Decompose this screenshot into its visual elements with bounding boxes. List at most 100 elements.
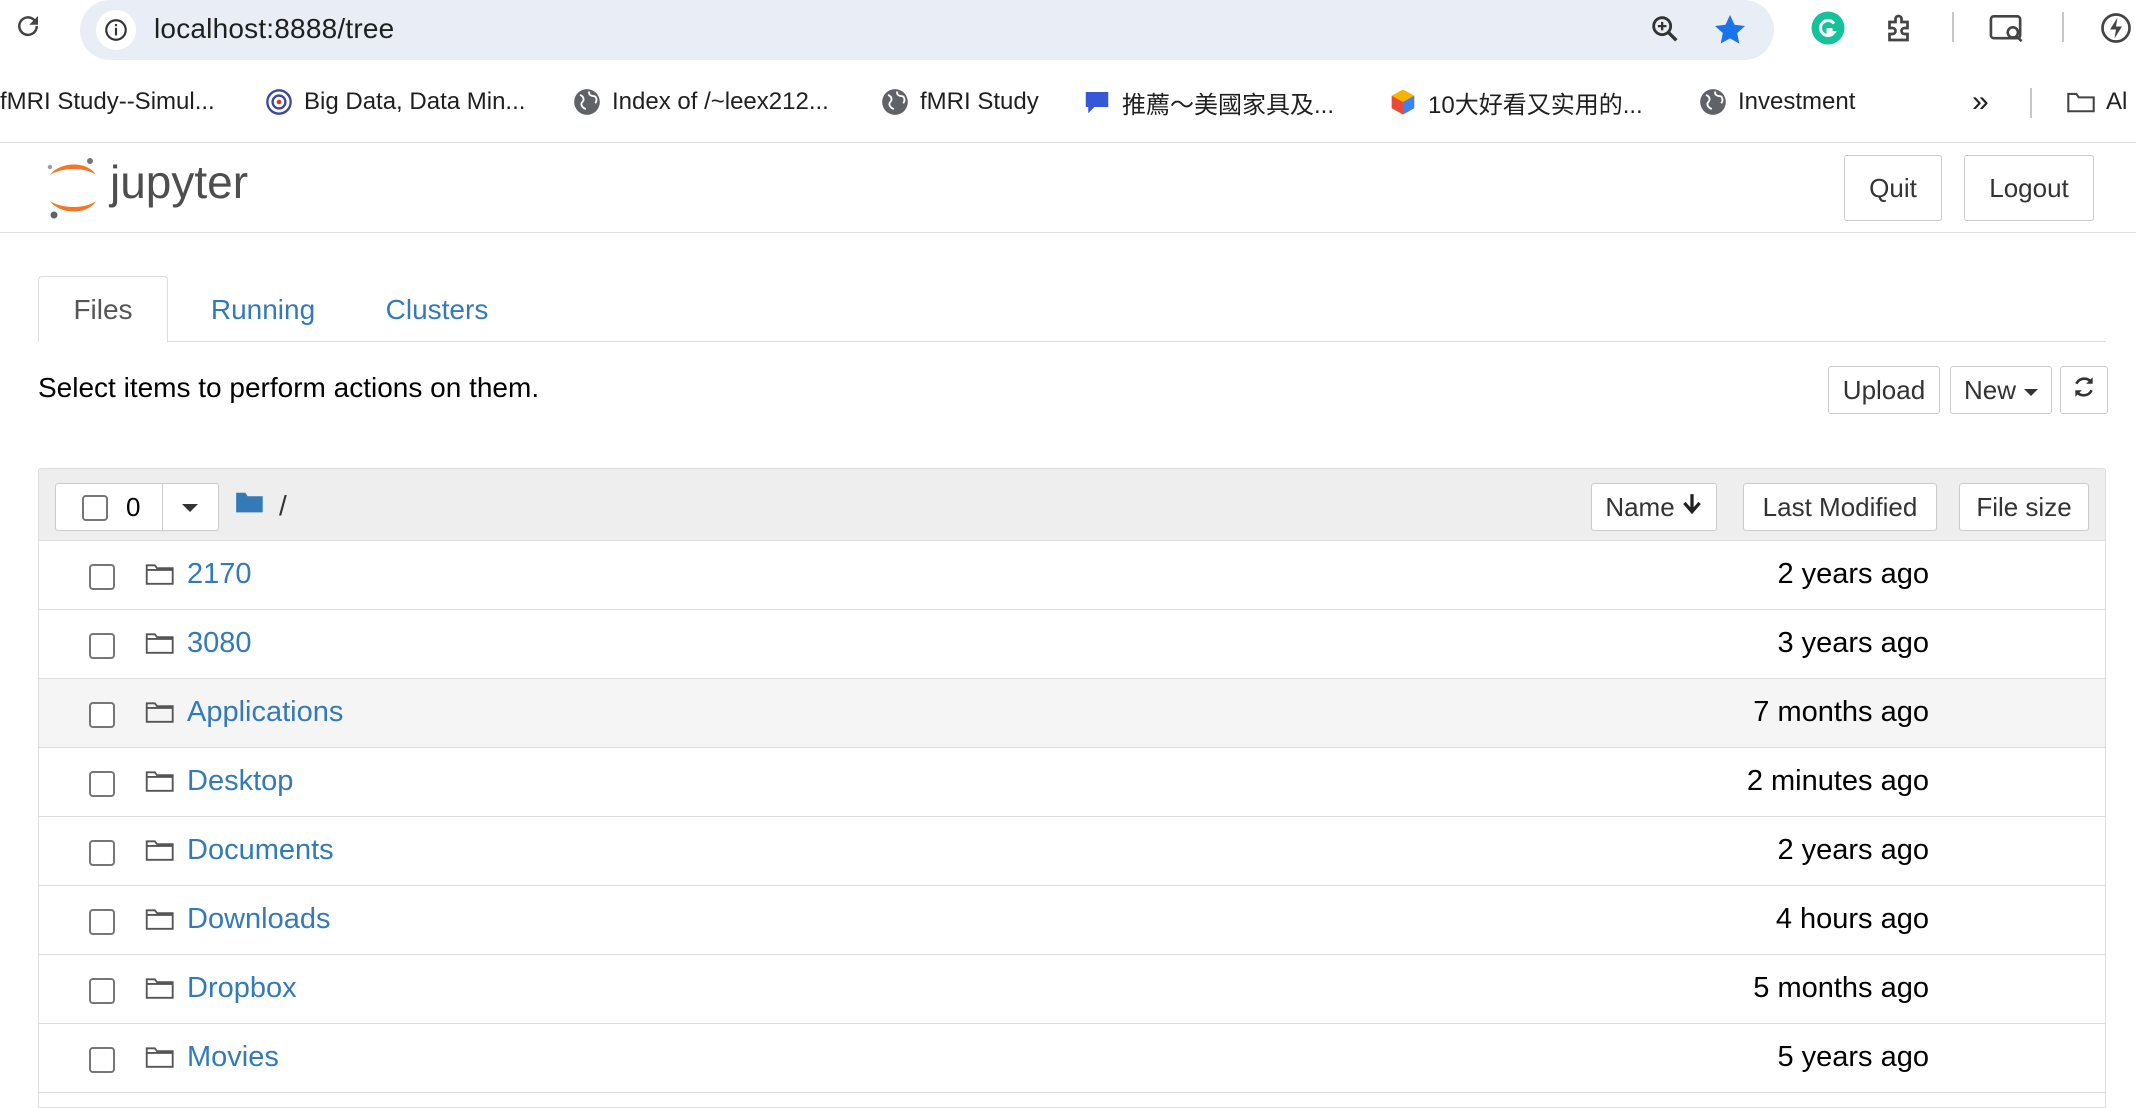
bookmark-label: 推薦～美國家具及... xyxy=(1122,91,1335,119)
extensions-puzzle-icon[interactable] xyxy=(1882,10,1918,51)
file-row[interactable]: Applications 7 months ago xyxy=(39,679,2105,748)
file-name-link[interactable]: Desktop xyxy=(187,765,293,798)
file-name-link[interactable]: Downloads xyxy=(187,903,330,936)
target-icon xyxy=(264,87,294,117)
file-list: 0 / Name Last Modified File size 2170 2 … xyxy=(38,468,2106,1108)
file-row[interactable]: 3080 3 years ago xyxy=(39,610,2105,679)
row-checkbox[interactable] xyxy=(89,702,115,728)
file-row[interactable]: Movies 5 years ago xyxy=(39,1024,2105,1093)
reload-icon[interactable] xyxy=(12,10,44,42)
row-checkbox[interactable] xyxy=(89,840,115,866)
file-name-link[interactable]: Documents xyxy=(187,834,334,867)
file-name-link[interactable]: Movies xyxy=(187,1041,279,1074)
globe-icon xyxy=(880,87,910,117)
caret-down-icon xyxy=(2024,388,2038,396)
bookmark-label: 10大好看又实用的... xyxy=(1428,91,1643,119)
overflow-chevron-icon: » xyxy=(1972,85,1989,118)
bookmarks-bar: fMRI Study--Simul... Big Data, Data Min.… xyxy=(0,76,2136,128)
tab-clusters[interactable]: Clusters xyxy=(358,276,516,343)
bookmarks-divider xyxy=(2030,88,2032,118)
last-modified: 5 years ago xyxy=(1777,1041,1929,1073)
file-name-link[interactable]: 3080 xyxy=(187,627,252,660)
folder-icon xyxy=(145,837,175,868)
file-name-link[interactable]: 2170 xyxy=(187,558,252,591)
select-all-group[interactable]: 0 xyxy=(55,483,219,531)
folder-icon xyxy=(145,561,175,592)
bookmark-folder[interactable]: Al xyxy=(2066,86,2127,118)
grammarly-icon[interactable] xyxy=(1810,10,1846,51)
row-checkbox[interactable] xyxy=(89,1047,115,1073)
folder-icon xyxy=(145,630,175,661)
row-checkbox[interactable] xyxy=(89,564,115,590)
breadcrumb: / xyxy=(235,489,287,522)
performance-icon[interactable] xyxy=(2098,10,2134,51)
bookmark-item[interactable]: Index of /~leex212... xyxy=(572,86,829,118)
file-row[interactable]: Downloads 4 hours ago xyxy=(39,886,2105,955)
refresh-button[interactable] xyxy=(2060,366,2108,414)
folder-icon xyxy=(145,699,175,730)
bookmark-item[interactable]: fMRI Study--Simul... xyxy=(0,86,215,118)
row-checkbox[interactable] xyxy=(89,771,115,797)
browser-toolbar: localhost:8888/tree xyxy=(0,0,2136,60)
jupyter-header: jupyter Quit Logout xyxy=(0,143,2136,233)
new-dropdown-button[interactable]: New xyxy=(1950,366,2052,414)
zoom-icon[interactable] xyxy=(1648,12,1682,51)
bookmark-item[interactable]: Investment xyxy=(1698,86,1855,118)
bookmark-item[interactable]: Big Data, Data Min... xyxy=(264,86,525,118)
folder-icon xyxy=(145,975,175,1006)
row-checkbox[interactable] xyxy=(89,909,115,935)
site-info-icon[interactable] xyxy=(96,10,136,50)
file-row[interactable]: Desktop 2 minutes ago xyxy=(39,748,2105,817)
globe-icon xyxy=(572,87,602,117)
folder-icon xyxy=(2066,87,2096,117)
upload-button[interactable]: Upload xyxy=(1828,366,1940,414)
logout-button[interactable]: Logout xyxy=(1964,155,2094,221)
address-bar[interactable]: localhost:8888/tree xyxy=(80,0,1774,60)
last-modified: 2 years ago xyxy=(1777,558,1929,590)
bookmark-star-icon[interactable] xyxy=(1712,12,1748,53)
bookmark-item[interactable]: 推薦～美國家具及... xyxy=(1082,86,1335,119)
refresh-icon xyxy=(2071,374,2097,407)
file-name-link[interactable]: Dropbox xyxy=(187,972,297,1005)
selected-count: 0 xyxy=(126,492,141,522)
jupyter-logo[interactable]: jupyter xyxy=(42,153,292,228)
last-modified: 7 months ago xyxy=(1753,696,1929,728)
folder-icon xyxy=(145,906,175,937)
folder-open-icon[interactable] xyxy=(235,489,265,522)
sort-by-name-button[interactable]: Name xyxy=(1591,483,1717,531)
tab-search-icon[interactable] xyxy=(1988,10,2026,51)
last-modified: 5 months ago xyxy=(1753,972,1929,1004)
bookmark-label: fMRI Study xyxy=(920,88,1039,115)
row-checkbox[interactable] xyxy=(89,978,115,1004)
bookmark-item[interactable]: 10大好看又实用的... xyxy=(1388,86,1643,119)
file-row[interactable]: 2170 2 years ago xyxy=(39,541,2105,610)
toolbar-divider xyxy=(2062,12,2064,42)
file-name-link[interactable]: Applications xyxy=(187,696,343,729)
globe-icon xyxy=(1698,87,1728,117)
select-all-checkbox[interactable] xyxy=(82,495,108,521)
tab-files[interactable]: Files xyxy=(38,276,168,343)
file-list-header: 0 / Name Last Modified File size xyxy=(39,469,2105,541)
bookmarks-overflow-button[interactable]: » xyxy=(1972,85,1989,118)
file-row[interactable]: Dropbox 5 months ago xyxy=(39,955,2105,1024)
jupyter-logo-text: jupyter xyxy=(108,156,248,208)
file-row[interactable]: Documents 2 years ago xyxy=(39,817,2105,886)
sort-name-label: Name xyxy=(1605,491,1675,522)
sort-by-file-size-button[interactable]: File size xyxy=(1959,483,2089,531)
bookmark-item[interactable]: fMRI Study xyxy=(880,86,1039,118)
row-checkbox[interactable] xyxy=(89,633,115,659)
last-modified: 2 minutes ago xyxy=(1746,765,1929,797)
url-text[interactable]: localhost:8888/tree xyxy=(154,13,394,45)
tab-bar: Files Running Clusters xyxy=(38,276,2106,343)
quit-button[interactable]: Quit xyxy=(1844,155,1942,221)
selection-hint: Select items to perform actions on them. xyxy=(38,372,540,403)
breadcrumb-root[interactable]: / xyxy=(279,490,287,522)
arrow-down-icon xyxy=(1681,492,1703,523)
sort-by-last-modified-button[interactable]: Last Modified xyxy=(1743,483,1937,531)
last-modified: 4 hours ago xyxy=(1775,903,1929,935)
caret-down-icon[interactable] xyxy=(182,504,198,512)
folder-icon xyxy=(145,768,175,799)
cube-icon xyxy=(1388,87,1418,117)
tab-running[interactable]: Running xyxy=(188,276,338,343)
new-button-label: New xyxy=(1963,374,2016,405)
